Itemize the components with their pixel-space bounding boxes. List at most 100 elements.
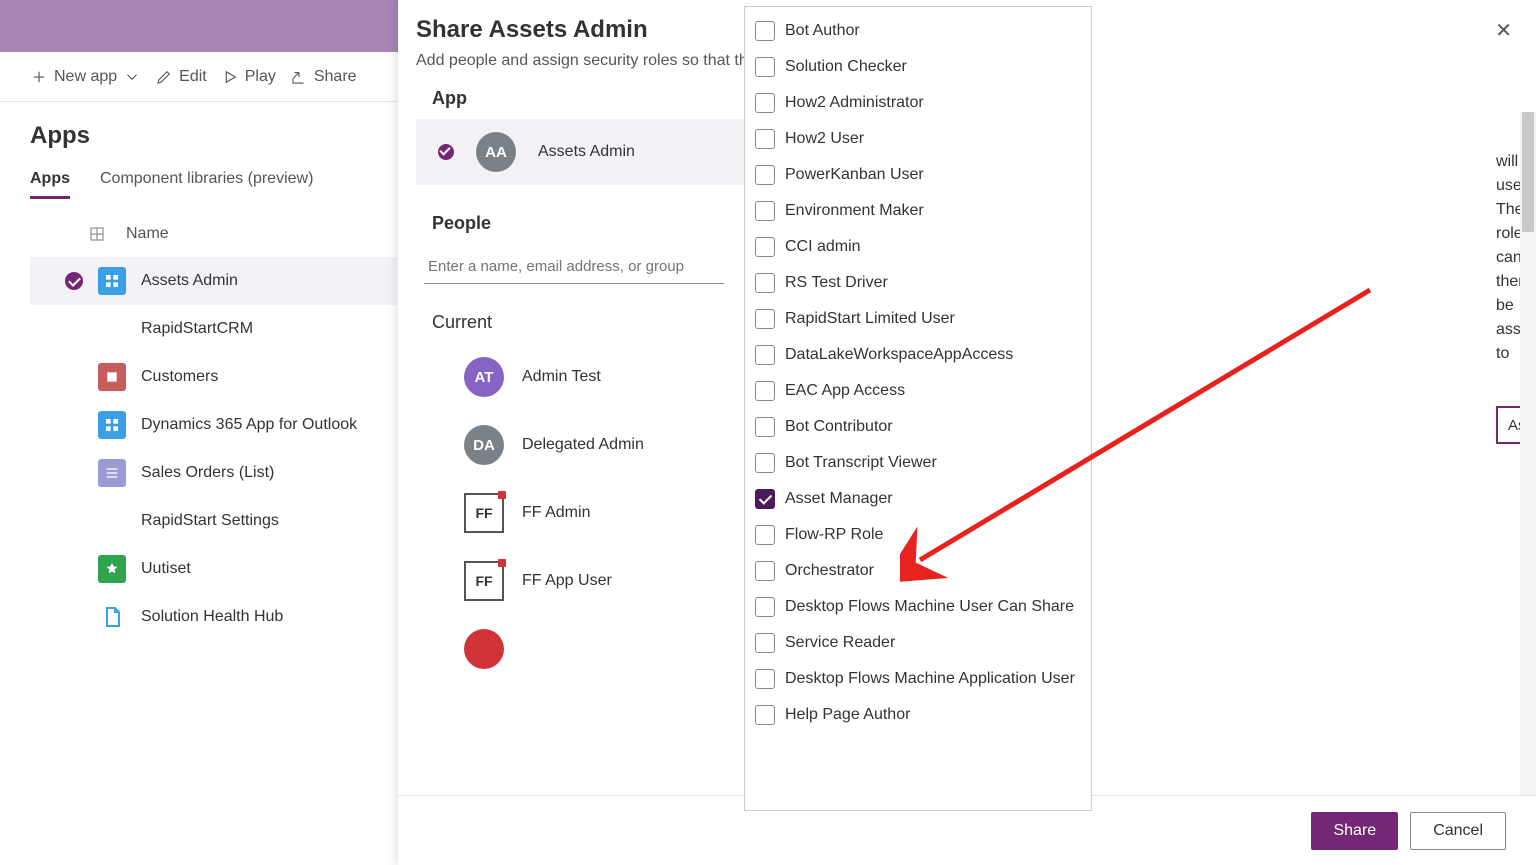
- app-icon: [98, 363, 126, 391]
- person-row[interactable]: FFFF App User: [464, 561, 746, 601]
- edit-button[interactable]: Edit: [155, 68, 207, 86]
- checkbox[interactable]: [755, 669, 775, 689]
- role-option[interactable]: Desktop Flows Machine User Can Share: [745, 589, 1091, 625]
- checkbox[interactable]: [755, 273, 775, 293]
- people-section-label: People: [432, 213, 746, 234]
- checkbox[interactable]: [755, 561, 775, 581]
- app-row[interactable]: RapidStartCRM: [30, 305, 397, 353]
- app-selected-icon: [65, 416, 83, 434]
- checkbox[interactable]: [755, 345, 775, 365]
- checkbox[interactable]: [755, 237, 775, 257]
- role-option[interactable]: Orchestrator: [745, 553, 1091, 589]
- share-label: Share: [314, 68, 357, 86]
- checkbox[interactable]: [755, 453, 775, 473]
- app-row[interactable]: Uutiset: [30, 545, 397, 593]
- role-option[interactable]: Solution Checker: [745, 49, 1091, 85]
- new-app-button[interactable]: New app: [30, 68, 141, 86]
- app-name: Sales Orders (List): [141, 464, 274, 482]
- checkbox[interactable]: [755, 489, 775, 509]
- people-input[interactable]: [424, 250, 724, 284]
- checkbox[interactable]: [755, 165, 775, 185]
- role-option[interactable]: RapidStart Limited User: [745, 301, 1091, 337]
- role-option[interactable]: How2 Administrator: [745, 85, 1091, 121]
- checkbox[interactable]: [755, 417, 775, 437]
- person-name: Delegated Admin: [522, 436, 644, 454]
- cancel-button[interactable]: Cancel: [1410, 812, 1506, 850]
- avatar: FF: [464, 561, 504, 601]
- person-row[interactable]: DA Delegated Admin: [464, 425, 746, 465]
- share-button[interactable]: Share: [1311, 812, 1398, 850]
- role-label: Bot Transcript Viewer: [785, 454, 937, 472]
- app-row[interactable]: Assets Admin: [30, 257, 397, 305]
- edit-label: Edit: [179, 68, 207, 86]
- app-icon: [98, 603, 126, 631]
- roles-dropdown-panel[interactable]: Bot Author Solution CheckerHow2 Administr…: [744, 6, 1092, 811]
- checkbox[interactable]: [755, 57, 775, 77]
- tab-apps[interactable]: Apps: [30, 170, 70, 199]
- role-label: Desktop Flows Machine Application User: [785, 670, 1075, 688]
- role-option[interactable]: Asset Manager: [745, 481, 1091, 517]
- role-option[interactable]: Bot Author: [745, 13, 1091, 49]
- person-name: FF Admin: [522, 504, 590, 522]
- check-icon: [438, 144, 454, 160]
- app-icon: [98, 267, 126, 295]
- role-option[interactable]: Desktop Flows Machine Application User: [745, 661, 1091, 697]
- role-label: Environment Maker: [785, 202, 924, 220]
- app-row[interactable]: Solution Health Hub: [30, 593, 397, 641]
- share-cmd-button[interactable]: Share: [290, 68, 357, 86]
- role-option[interactable]: Help Page Author: [745, 697, 1091, 733]
- role-label: Desktop Flows Machine User Can Share: [785, 598, 1074, 616]
- role-option[interactable]: Service Reader: [745, 625, 1091, 661]
- app-row[interactable]: Sales Orders (List): [30, 449, 397, 497]
- role-option[interactable]: EAC App Access: [745, 373, 1091, 409]
- role-option[interactable]: CCI admin: [745, 229, 1091, 265]
- checkbox[interactable]: [755, 309, 775, 329]
- checkbox[interactable]: [755, 525, 775, 545]
- checkbox[interactable]: [755, 705, 775, 725]
- app-row[interactable]: Customers: [30, 353, 397, 401]
- app-selected-icon: [65, 272, 83, 290]
- scrollbar-thumb[interactable]: [1522, 112, 1534, 232]
- checkbox[interactable]: [755, 21, 775, 41]
- modal-scrollbar[interactable]: [1520, 112, 1536, 795]
- role-option[interactable]: PowerKanban User: [745, 157, 1091, 193]
- checkbox[interactable]: [755, 93, 775, 113]
- checkbox[interactable]: [755, 597, 775, 617]
- role-label: How2 User: [785, 130, 864, 148]
- checkbox[interactable]: [755, 633, 775, 653]
- role-label: Orchestrator: [785, 562, 874, 580]
- checkbox[interactable]: [755, 129, 775, 149]
- tab-component-libraries[interactable]: Component libraries (preview): [100, 170, 313, 199]
- selected-app-row[interactable]: AA Assets Admin: [416, 119, 746, 185]
- role-option[interactable]: Bot Transcript Viewer: [745, 445, 1091, 481]
- role-option[interactable]: Flow-RP Role: [745, 517, 1091, 553]
- app-name: Customers: [141, 368, 218, 386]
- role-option[interactable]: Bot Contributor: [745, 409, 1091, 445]
- avatar: [464, 629, 504, 669]
- person-row[interactable]: FFFF Admin: [464, 493, 746, 533]
- role-option[interactable]: DataLakeWorkspaceAppAccess: [745, 337, 1091, 373]
- close-icon[interactable]: ✕: [1495, 18, 1512, 43]
- app-row[interactable]: RapidStart Settings: [30, 497, 397, 545]
- person-row[interactable]: [464, 629, 746, 669]
- person-row[interactable]: ATAdmin Test: [464, 357, 746, 397]
- apps-column-head[interactable]: Name: [30, 205, 397, 257]
- app-name: RapidStart Settings: [141, 512, 279, 530]
- play-button[interactable]: Play: [221, 68, 276, 86]
- role-label: CCI admin: [785, 238, 861, 256]
- role-label: Bot Author: [785, 22, 860, 40]
- role-option[interactable]: Environment Maker: [745, 193, 1091, 229]
- app-avatar: AA: [476, 132, 516, 172]
- current-people-list: ATAdmin TestDADelegated AdminFFFF AdminF…: [464, 357, 746, 669]
- checkbox[interactable]: [755, 201, 775, 221]
- role-option[interactable]: How2 User: [745, 121, 1091, 157]
- role-option[interactable]: RS Test Driver: [745, 265, 1091, 301]
- role-label: RS Test Driver: [785, 274, 888, 292]
- current-section-label: Current: [432, 312, 746, 333]
- app-selected-icon: [65, 608, 83, 626]
- checkbox[interactable]: [755, 381, 775, 401]
- app-selected-icon: [65, 560, 83, 578]
- avatar: DA: [464, 425, 504, 465]
- app-row[interactable]: Dynamics 365 App for Outlook: [30, 401, 397, 449]
- role-label: RapidStart Limited User: [785, 310, 955, 328]
